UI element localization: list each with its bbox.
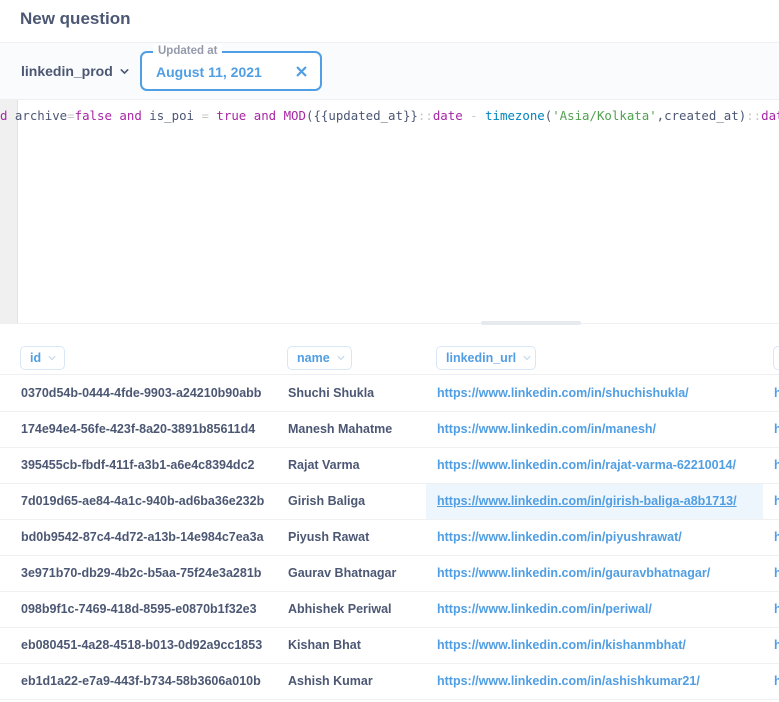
cell-name: Abhishek Periwal bbox=[288, 602, 392, 616]
cell-name: Rajat Varma bbox=[288, 458, 360, 472]
cell-id: eb1d1a22-e7a9-443f-b734-58b3606a010b bbox=[21, 674, 261, 688]
page-title: New question bbox=[20, 9, 131, 28]
sql-token: 'Asia/Kolkata' bbox=[552, 108, 657, 123]
cell-id: 0370d54b-0444-4fde-9903-a24210b90abb bbox=[21, 386, 262, 400]
chevron-down-icon bbox=[337, 355, 345, 361]
database-picker[interactable]: linkedin_prod bbox=[21, 63, 129, 79]
cell-id: 3e971b70-db29-4b2c-b5aa-75f24e3a281b bbox=[21, 566, 262, 580]
column-header-next[interactable]: h bbox=[773, 346, 779, 370]
table-row[interactable]: 7d019d65-ae84-4a1c-940b-ad6ba36e232b Giri… bbox=[0, 484, 779, 520]
cell-id: bd0b9542-87c4-4d72-a13b-14e984c7ea3a bbox=[21, 530, 264, 544]
chevron-down-icon bbox=[523, 355, 531, 361]
table-row[interactable]: 3e971b70-db29-4b2c-b5aa-75f24e3a281b Gaur… bbox=[0, 556, 779, 592]
cell-linkedin-url[interactable]: https://www.linkedin.com/in/rajat-varma-… bbox=[426, 448, 763, 483]
cell-name: Kishan Bhat bbox=[288, 638, 361, 652]
filter-value[interactable]: August 11, 2021 bbox=[156, 64, 262, 80]
sql-token: and bbox=[253, 108, 277, 123]
results-table: id name linkedin_url h 0370d54b-0444-4fd… bbox=[0, 325, 779, 702]
chevron-down-icon bbox=[120, 68, 129, 74]
cell-id: 395455cb-fbdf-411f-a3b1-a6e4c8394dc2 bbox=[21, 458, 255, 472]
column-header-id[interactable]: id bbox=[20, 346, 65, 370]
table-header: id name linkedin_url h bbox=[0, 345, 779, 375]
sql-token: ({{updated_at}} bbox=[305, 108, 418, 123]
sql-token: archive bbox=[7, 108, 68, 123]
cell-linkedin-url[interactable]: https://www.linkedin.com/in/ashishkumar2… bbox=[426, 664, 763, 699]
sql-token: = bbox=[201, 108, 209, 123]
sql-token: = bbox=[67, 108, 75, 123]
sql-token: date bbox=[761, 108, 779, 123]
cell-linkedin-url[interactable]: https://www.linkedin.com/in/periwal/ bbox=[426, 592, 763, 627]
cell-id: 7d019d65-ae84-4a1c-940b-ad6ba36e232b bbox=[21, 494, 265, 508]
sql-editor[interactable]: d archive=false and is_poi = true and MO… bbox=[0, 100, 779, 324]
table-row[interactable]: eb080451-4a28-4518-b013-0d92a9cc1853 Kish… bbox=[0, 628, 779, 664]
updated-at-filter[interactable]: Updated at August 11, 2021 bbox=[140, 44, 322, 91]
table-body: 0370d54b-0444-4fde-9903-a24210b90abb Shuc… bbox=[0, 376, 779, 700]
filter-label: Updated at bbox=[153, 44, 223, 58]
cell-id: 098b9f1c-7469-418d-8595-e0870b1f32e3 bbox=[21, 602, 257, 616]
sql-token: ,created_at) bbox=[656, 108, 747, 123]
sql-token: true bbox=[216, 108, 247, 123]
cell-next-column: h bbox=[774, 638, 779, 652]
column-header-label: name bbox=[297, 351, 330, 365]
cell-linkedin-url[interactable]: https://www.linkedin.com/in/gauravbhatna… bbox=[426, 556, 763, 591]
cell-linkedin-url[interactable]: https://www.linkedin.com/in/girish-balig… bbox=[426, 484, 763, 519]
editor-gutter bbox=[0, 100, 18, 323]
table-row[interactable]: bd0b9542-87c4-4d72-a13b-14e984c7ea3a Piyu… bbox=[0, 520, 779, 556]
column-header-name[interactable]: name bbox=[287, 346, 352, 370]
sql-token: :: bbox=[417, 108, 433, 123]
cell-id: 174e94e4-56fe-423f-8a20-3891b85611d4 bbox=[21, 422, 256, 436]
table-row[interactable]: eb1d1a22-e7a9-443f-b734-58b3606a010b Ashi… bbox=[0, 664, 779, 700]
database-name: linkedin_prod bbox=[21, 63, 113, 79]
sql-code-line[interactable]: d archive=false and is_poi = true and MO… bbox=[0, 108, 779, 124]
cell-next-column: h bbox=[774, 674, 779, 688]
table-row[interactable]: 098b9f1c-7469-418d-8595-e0870b1f32e3 Abhi… bbox=[0, 592, 779, 628]
cell-id: eb080451-4a28-4518-b013-0d92a9cc1853 bbox=[21, 638, 263, 652]
sql-token: and bbox=[119, 108, 142, 123]
cell-name: Gaurav Bhatnagar bbox=[288, 566, 397, 580]
cell-linkedin-url[interactable]: https://www.linkedin.com/in/shuchishukla… bbox=[426, 376, 763, 411]
cell-name: Girish Baliga bbox=[288, 494, 366, 508]
cell-linkedin-url[interactable]: https://www.linkedin.com/in/piyushrawat/ bbox=[426, 520, 763, 555]
sql-token: date bbox=[432, 108, 463, 123]
sql-token: - bbox=[470, 108, 478, 123]
cell-linkedin-url[interactable]: https://www.linkedin.com/in/kishanmbhat/ bbox=[426, 628, 763, 663]
column-header-linkedin-url[interactable]: linkedin_url bbox=[436, 346, 536, 370]
cell-next-column: h bbox=[774, 422, 779, 436]
sql-token: timezone bbox=[485, 108, 545, 123]
sql-token: :: bbox=[746, 108, 762, 123]
chevron-down-icon bbox=[48, 355, 56, 361]
sql-token: false bbox=[74, 108, 112, 123]
cell-linkedin-url[interactable]: https://www.linkedin.com/in/manesh/ bbox=[426, 412, 763, 447]
cell-next-column: h bbox=[774, 458, 779, 472]
sql-token: is_poi bbox=[141, 108, 202, 123]
table-row[interactable]: 395455cb-fbdf-411f-a3b1-a6e4c8394dc2 Raja… bbox=[0, 448, 779, 484]
cell-next-column: h bbox=[774, 530, 779, 544]
table-row[interactable]: 174e94e4-56fe-423f-8a20-3891b85611d4 Mane… bbox=[0, 412, 779, 448]
cell-name: Piyush Rawat bbox=[288, 530, 370, 544]
cell-name: Manesh Mahatme bbox=[288, 422, 393, 436]
column-header-label: linkedin_url bbox=[446, 351, 517, 365]
cell-name: Ashish Kumar bbox=[288, 674, 373, 688]
page-header: New question bbox=[0, 0, 779, 43]
column-header-label: id bbox=[30, 351, 42, 365]
cell-next-column: h bbox=[774, 386, 779, 400]
close-icon[interactable] bbox=[296, 66, 307, 77]
cell-name: Shuchi Shukla bbox=[288, 386, 375, 400]
cell-next-column: h bbox=[774, 602, 779, 616]
cell-next-column: h bbox=[774, 566, 779, 580]
filter-bar: linkedin_prod Updated at August 11, 2021 bbox=[0, 43, 779, 100]
cell-next-column: h bbox=[774, 494, 779, 508]
sql-token: MOD bbox=[283, 108, 306, 123]
table-row[interactable]: 0370d54b-0444-4fde-9903-a24210b90abb Shuc… bbox=[0, 376, 779, 412]
